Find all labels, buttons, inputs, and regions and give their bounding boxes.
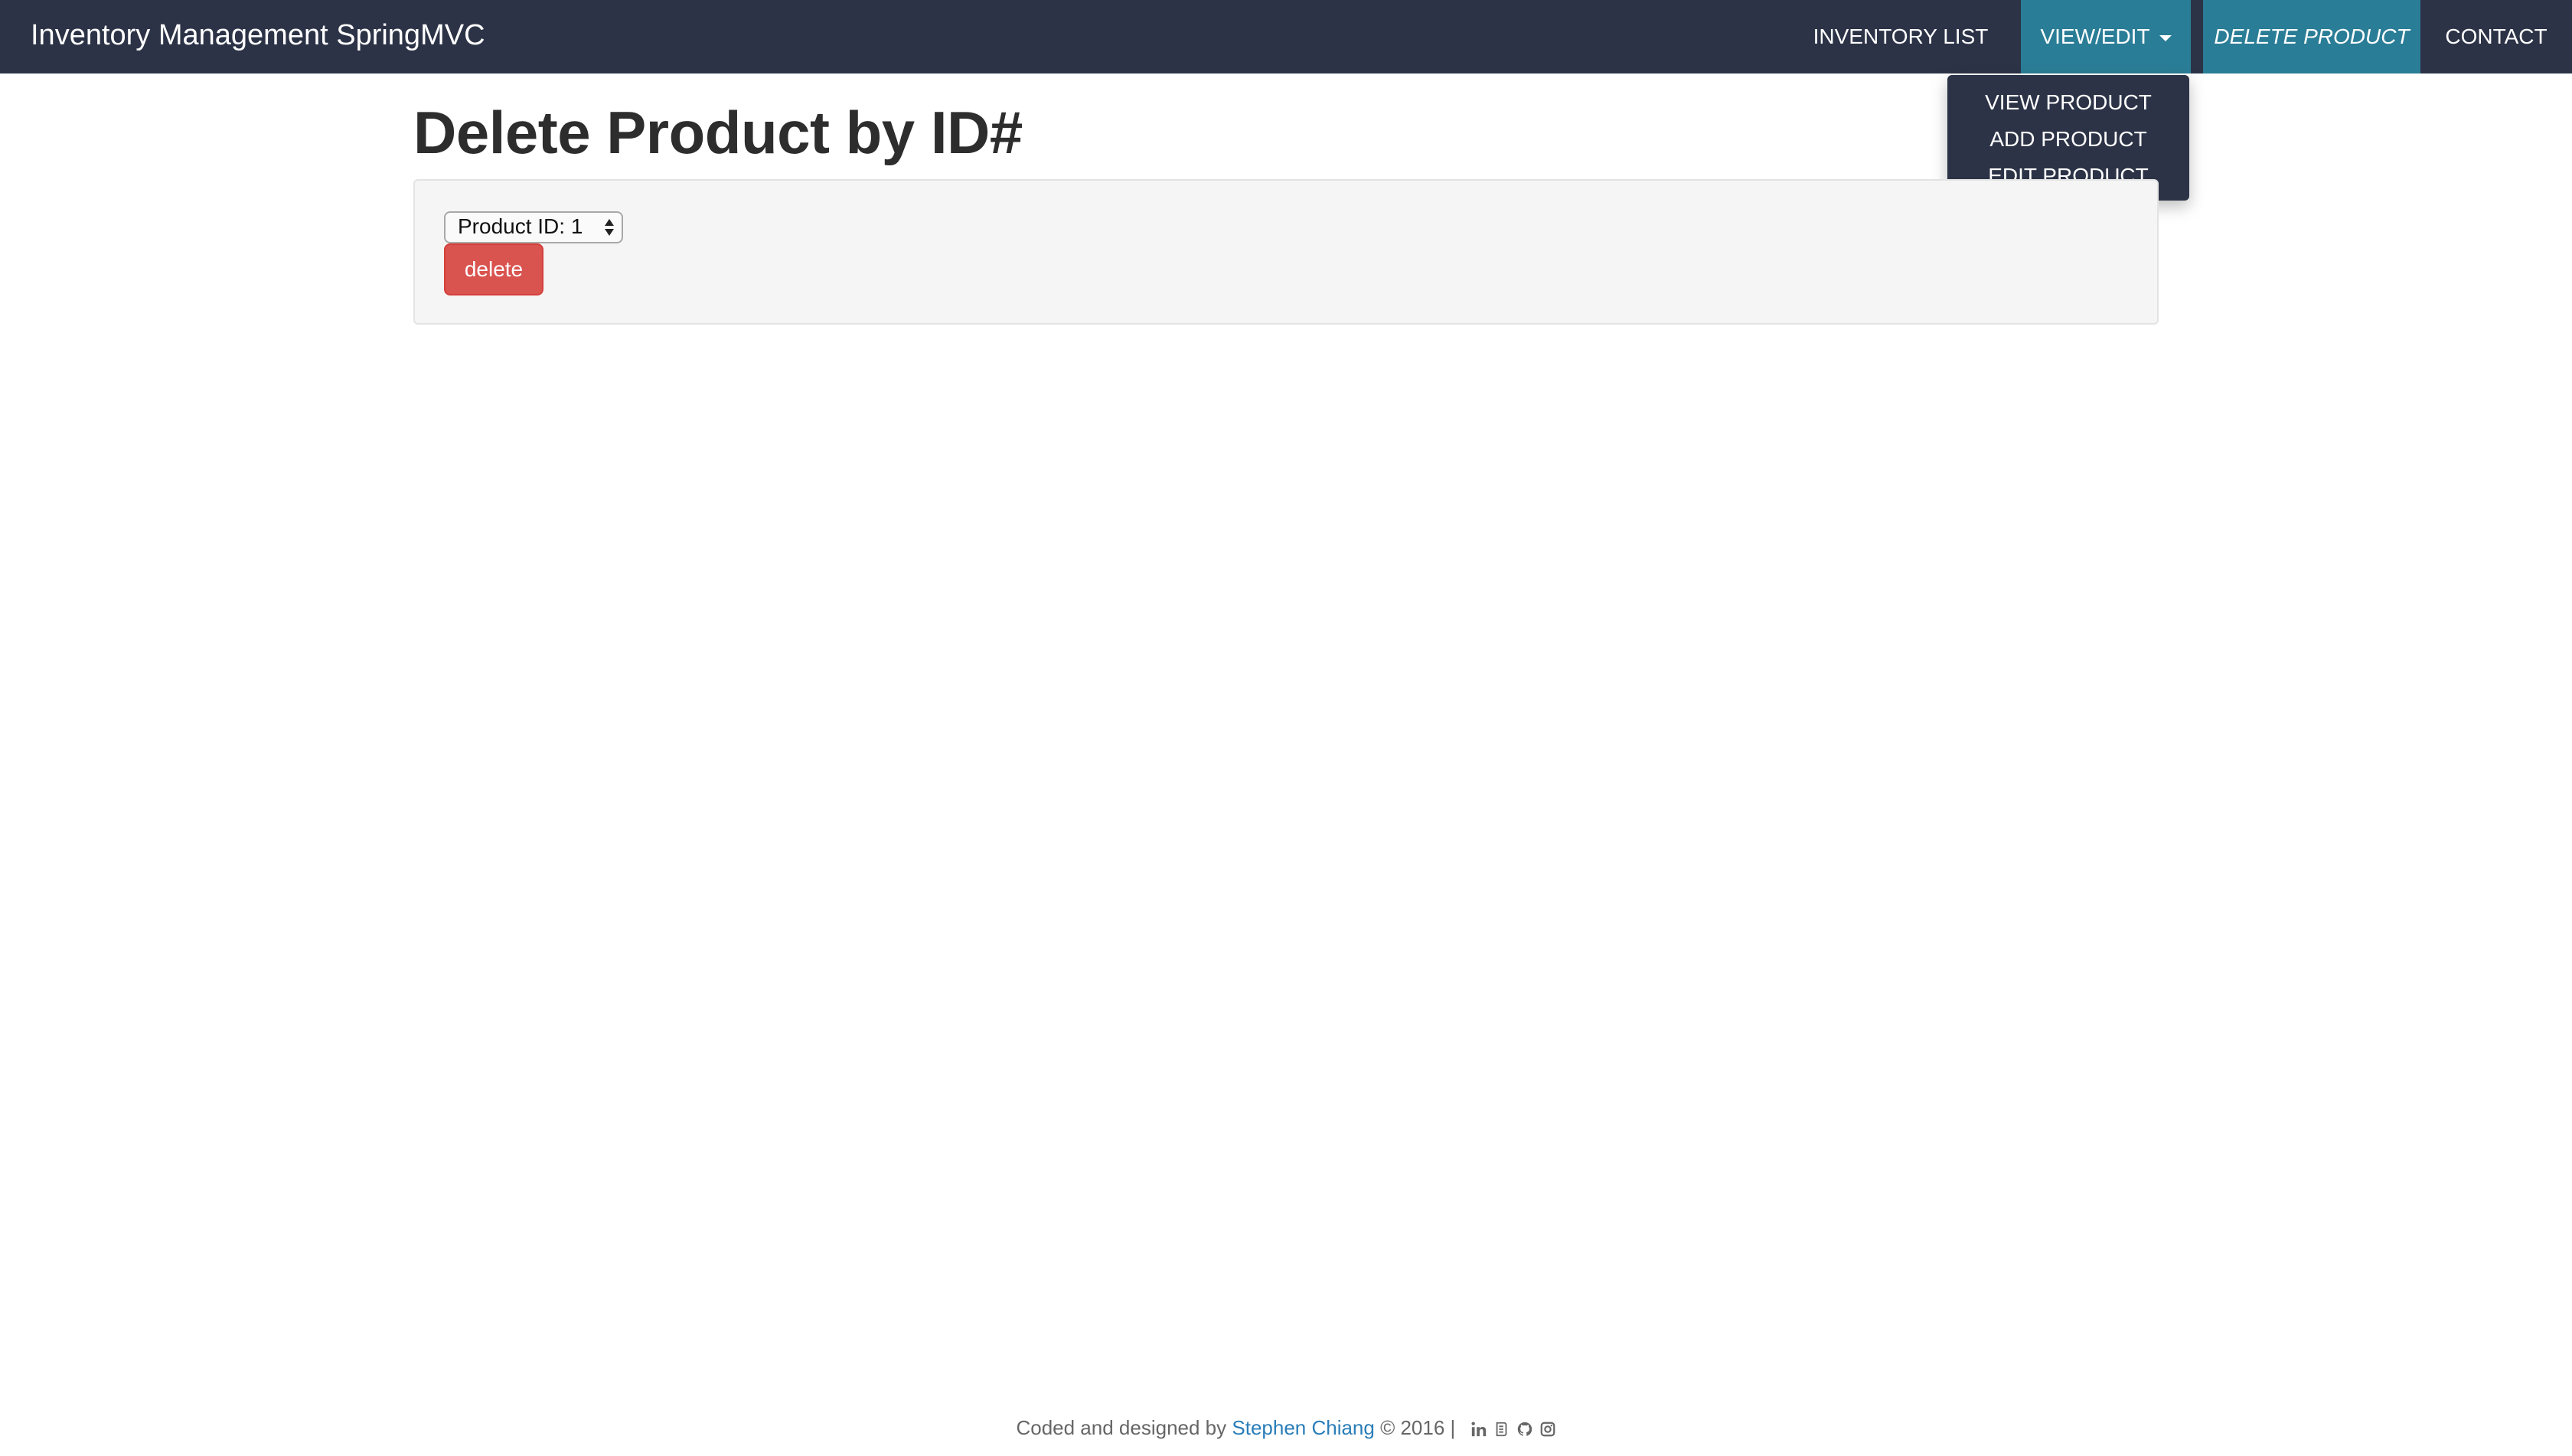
medium-icon[interactable] <box>1493 1421 1510 1438</box>
footer-social-icons <box>1470 1421 1556 1438</box>
nav-inventory-list[interactable]: INVENTORY LIST <box>1813 0 1989 73</box>
nav-menu: INVENTORY LIST VIEW/EDIT DELETE PRODUCT … <box>1813 0 2572 73</box>
footer-credit-prefix: Coded and designed by <box>1016 1416 1227 1439</box>
product-id-select-value: Product ID: 1 <box>458 214 583 238</box>
dropdown-item-view-product[interactable]: VIEW PRODUCT <box>1947 84 2189 121</box>
footer: Coded and designed by Stephen Chiang © 2… <box>0 1416 2572 1440</box>
page-title: Delete Product by ID# <box>413 99 1023 166</box>
select-updown-icon <box>605 217 614 237</box>
product-id-select[interactable]: Product ID: 1 <box>444 211 623 243</box>
linkedin-icon[interactable] <box>1470 1421 1487 1438</box>
nav-view-edit-dropdown[interactable]: VIEW/EDIT <box>2021 0 2191 73</box>
footer-copyright: © 2016 | <box>1380 1416 1456 1439</box>
dropdown-item-add-product[interactable]: ADD PRODUCT <box>1947 121 2189 158</box>
nav-contact[interactable]: CONTACT <box>2420 0 2572 73</box>
nav-delete-product[interactable]: DELETE PRODUCT <box>2203 0 2420 73</box>
github-icon[interactable] <box>1516 1421 1533 1438</box>
nav-inventory-list-label: INVENTORY LIST <box>1813 24 1989 48</box>
delete-button[interactable]: delete <box>444 243 543 295</box>
top-navbar: Inventory Management SpringMVC INVENTORY… <box>0 0 2572 73</box>
nav-view-edit-label: VIEW/EDIT <box>2040 24 2150 48</box>
nav-contact-label: CONTACT <box>2445 24 2548 48</box>
delete-form-panel: Product ID: 1 delete <box>413 179 2159 325</box>
instagram-icon[interactable] <box>1539 1421 1556 1438</box>
caret-down-icon <box>2159 35 2172 41</box>
nav-delete-product-label: DELETE PRODUCT <box>2214 24 2410 48</box>
brand-title[interactable]: Inventory Management SpringMVC <box>31 0 485 73</box>
footer-author-link[interactable]: Stephen Chiang <box>1232 1416 1374 1439</box>
